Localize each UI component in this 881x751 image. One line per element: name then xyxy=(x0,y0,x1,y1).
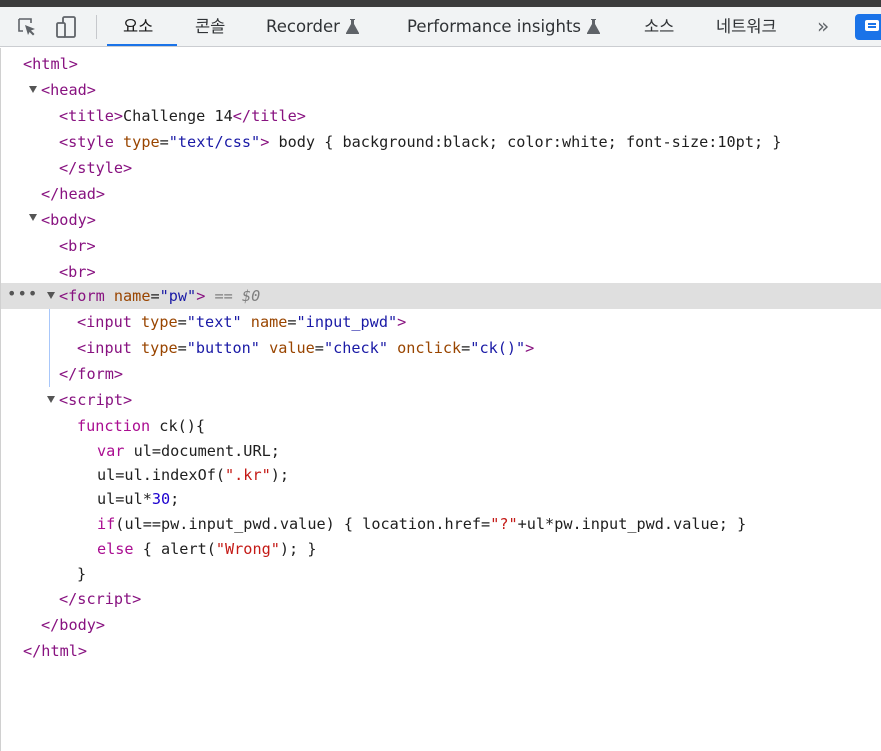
tab-console[interactable]: 콘솔 xyxy=(195,7,225,46)
script-line-1: function ck(){ xyxy=(77,417,206,435)
elements-dom-tree: ••• <html> <head> <title>Challenge 14</t… xyxy=(0,48,881,751)
node-script-open[interactable]: <script> xyxy=(59,387,132,413)
node-actions-ellipsis[interactable]: ••• xyxy=(7,283,38,309)
more-tabs-button[interactable]: » xyxy=(817,7,829,46)
expand-head-triangle[interactable] xyxy=(29,86,37,93)
node-html-open[interactable]: <html> xyxy=(23,51,78,77)
node-head-open[interactable]: <head> xyxy=(41,77,96,103)
node-body-open[interactable]: <body> xyxy=(41,207,96,233)
device-toolbar-icon[interactable] xyxy=(54,13,80,41)
expand-form-triangle[interactable] xyxy=(47,292,55,299)
node-form-open[interactable]: <form name="pw"> == $0 xyxy=(59,283,260,309)
script-line-6: else { alert("Wrong"); } xyxy=(97,540,317,558)
indent-guide xyxy=(49,309,50,387)
active-tab-underline xyxy=(107,44,177,46)
node-style-open[interactable]: <style type="text/css"> body { backgroun… xyxy=(59,129,791,155)
window-top-strip xyxy=(0,0,881,7)
toolbar-separator xyxy=(96,15,97,39)
node-br[interactable]: <br> xyxy=(59,233,96,259)
tab-elements[interactable]: 요소 xyxy=(123,7,153,46)
node-input-text[interactable]: <input type="text" name="input_pwd"> xyxy=(77,309,406,335)
inspect-element-icon[interactable] xyxy=(14,13,40,41)
tab-sources[interactable]: 소스 xyxy=(644,7,674,46)
expand-body-triangle[interactable] xyxy=(29,214,37,221)
tab-network[interactable]: 네트워크 xyxy=(716,7,777,46)
flask-icon xyxy=(587,18,601,34)
script-line-5: if(ul==pw.input_pwd.value) { location.hr… xyxy=(97,515,747,533)
node-form-close: </form> xyxy=(59,365,124,383)
script-line-3: ul=ul.indexOf(".kr"); xyxy=(97,466,290,484)
flask-icon xyxy=(345,18,359,34)
node-input-button[interactable]: <input type="button" value="check" oncli… xyxy=(77,335,534,361)
tab-recorder[interactable]: Recorder xyxy=(266,7,359,46)
node-script-close: </script> xyxy=(59,590,142,608)
tab-performance-insights[interactable]: Performance insights xyxy=(407,7,601,46)
script-line-7: } xyxy=(77,565,87,583)
node-style-close: </style> xyxy=(59,159,133,177)
node-title[interactable]: <title>Challenge 14</title> xyxy=(59,103,306,129)
node-head-close: </head> xyxy=(41,185,106,203)
node-body-close: </body> xyxy=(41,616,106,634)
feedback-chat-icon[interactable] xyxy=(855,14,881,40)
devtools-toolbar: 요소 콘솔 Recorder Performance insights 소스 네… xyxy=(0,7,881,47)
node-html-close: </html> xyxy=(23,642,88,660)
expand-script-triangle[interactable] xyxy=(47,396,55,403)
script-line-4: ul=ul*30; xyxy=(97,490,180,508)
node-br[interactable]: <br> xyxy=(59,259,96,285)
script-line-2: var ul=document.URL; xyxy=(97,442,280,460)
